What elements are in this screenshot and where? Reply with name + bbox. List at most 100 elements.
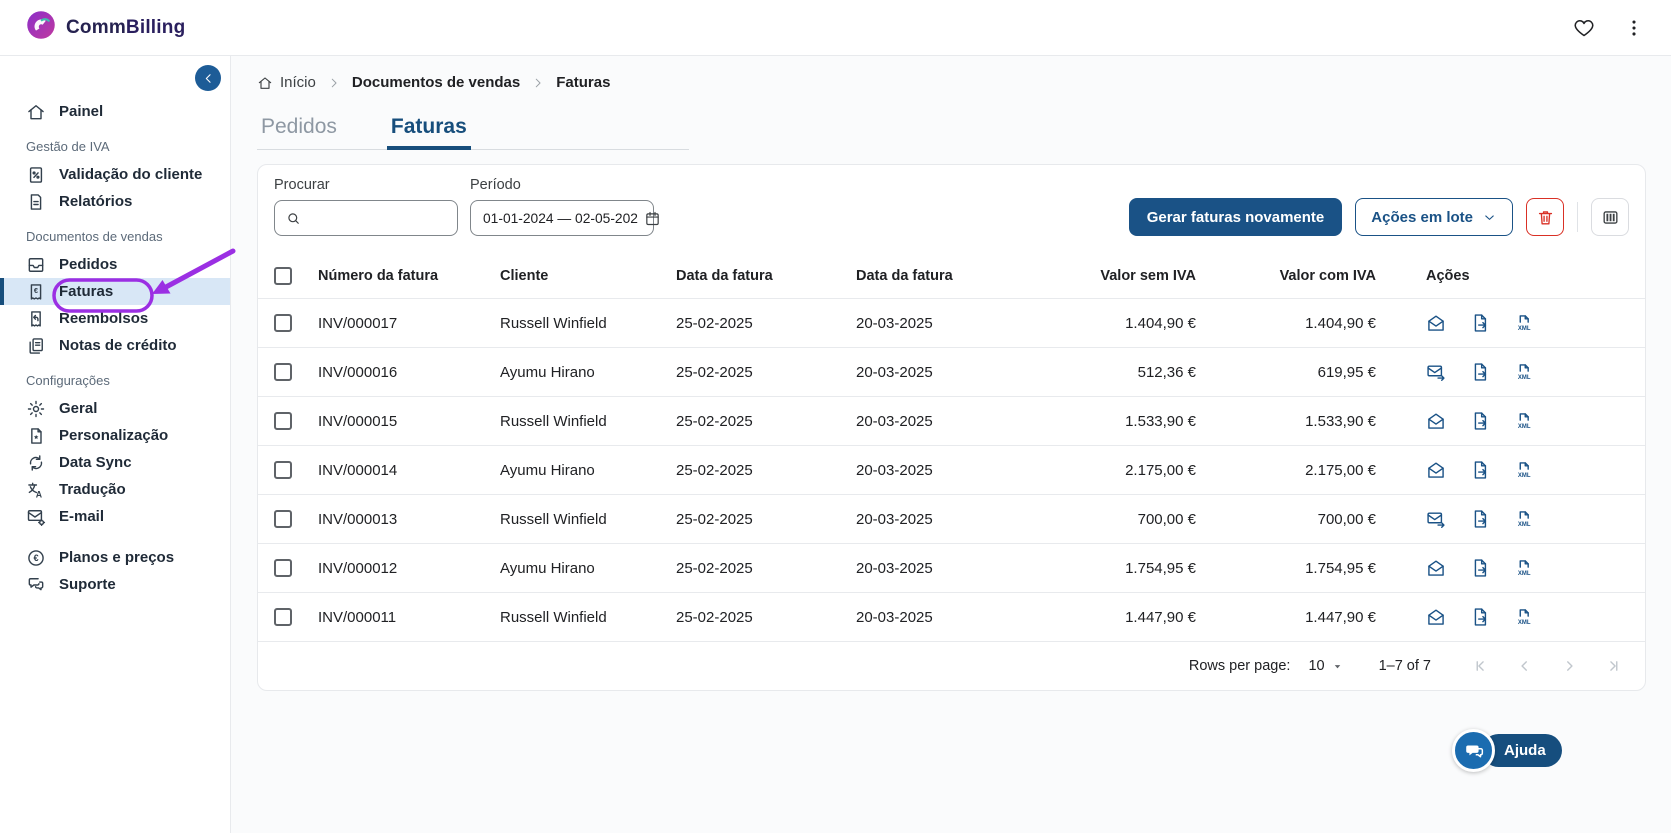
row-checkbox[interactable] — [274, 363, 292, 381]
sidebar-item-label: E-mail — [59, 508, 104, 525]
open-mail-icon[interactable] — [1426, 558, 1446, 578]
breadcrumb-home[interactable]: Início — [257, 74, 316, 91]
breadcrumb-item-sales-docs[interactable]: Documentos de vendas — [352, 74, 520, 91]
first-page-icon[interactable] — [1471, 656, 1491, 676]
sidebar-item-reembolsos[interactable]: Reembolsos — [0, 305, 230, 332]
xml-file-icon[interactable]: XML — [1514, 509, 1534, 529]
home-icon — [257, 75, 273, 91]
sidebar-collapse-button[interactable] — [195, 65, 221, 91]
tab-pedidos[interactable]: Pedidos — [257, 115, 341, 149]
search-icon — [285, 210, 302, 227]
invoice-number-cell: INV/000014 — [318, 462, 500, 479]
select-all-checkbox[interactable] — [274, 267, 292, 285]
xml-file-icon[interactable]: XML — [1514, 460, 1534, 480]
rows-per-page-select[interactable]: 10 — [1308, 658, 1342, 674]
sidebar-item-planos-e-precos[interactable]: € Planos e preços — [0, 544, 230, 571]
sidebar-item-data-sync[interactable]: Data Sync — [0, 449, 230, 476]
row-checkbox[interactable] — [274, 608, 292, 626]
xml-file-icon[interactable]: XML — [1514, 411, 1534, 431]
open-mail-icon[interactable] — [1426, 313, 1446, 333]
net-amount-cell: 1.404,90 € — [1020, 315, 1196, 332]
brand-logo[interactable]: CommBilling — [26, 10, 185, 45]
sidebar-item-personalizacao[interactable]: Personalização — [0, 422, 230, 449]
sync-icon — [26, 453, 46, 473]
kebab-menu-icon[interactable] — [1623, 17, 1645, 39]
export-file-icon[interactable] — [1470, 607, 1490, 627]
home-icon — [26, 102, 46, 122]
pagination-nav — [1471, 656, 1623, 676]
favorite-heart-icon[interactable] — [1573, 17, 1595, 39]
regenerate-invoices-button[interactable]: Gerar faturas novamente — [1129, 198, 1343, 236]
column-settings-button[interactable] — [1591, 198, 1629, 236]
send-mail-icon[interactable] — [1426, 362, 1446, 382]
row-checkbox[interactable] — [274, 412, 292, 430]
table-row[interactable]: INV/000015 Russell Winfield 25-02-2025 2… — [258, 396, 1645, 445]
next-page-icon[interactable] — [1559, 656, 1579, 676]
table-row[interactable]: INV/000012 Ayumu Hirano 25-02-2025 20-03… — [258, 543, 1645, 592]
sidebar-item-relatorios[interactable]: Relatórios — [0, 188, 230, 215]
column-header-actions: Ações — [1376, 268, 1629, 284]
last-page-icon[interactable] — [1603, 656, 1623, 676]
table-row[interactable]: INV/000013 Russell Winfield 25-02-2025 2… — [258, 494, 1645, 543]
help-chat-button[interactable] — [1452, 729, 1495, 772]
export-file-icon[interactable] — [1470, 411, 1490, 431]
tabs: Pedidos Faturas — [257, 115, 689, 150]
gross-amount-cell: 2.175,00 € — [1196, 462, 1376, 479]
export-file-icon[interactable] — [1470, 313, 1490, 333]
open-mail-icon[interactable] — [1426, 460, 1446, 480]
svg-text:XML: XML — [1518, 620, 1531, 626]
delete-button[interactable] — [1526, 198, 1564, 236]
row-actions: XML — [1376, 607, 1629, 627]
table-row[interactable]: INV/000016 Ayumu Hirano 25-02-2025 20-03… — [258, 347, 1645, 396]
sidebar-item-painel[interactable]: Painel — [0, 98, 230, 125]
send-mail-icon[interactable] — [1426, 509, 1446, 529]
table-row[interactable]: INV/000011 Russell Winfield 25-02-2025 2… — [258, 592, 1645, 641]
refunds-icon — [26, 309, 46, 329]
bulk-actions-button[interactable]: Ações em lote — [1355, 198, 1513, 236]
invoice-date-cell: 25-02-2025 — [676, 511, 856, 528]
search-input[interactable] — [309, 210, 447, 226]
invoice-date-cell: 25-02-2025 — [676, 560, 856, 577]
invoice-date-cell: 25-02-2025 — [676, 315, 856, 332]
net-amount-cell: 2.175,00 € — [1020, 462, 1196, 479]
sidebar-item-traducao[interactable]: A Tradução — [0, 476, 230, 503]
open-mail-icon[interactable] — [1426, 607, 1446, 627]
sidebar-item-suporte[interactable]: Suporte — [0, 571, 230, 598]
xml-file-icon[interactable]: XML — [1514, 362, 1534, 382]
export-file-icon[interactable] — [1470, 362, 1490, 382]
svg-text:A: A — [36, 489, 43, 499]
row-checkbox[interactable] — [274, 314, 292, 332]
net-amount-cell: 1.754,95 € — [1020, 560, 1196, 577]
period-range-input[interactable]: 01-01-2024 — 02-05-202 — [470, 200, 654, 236]
row-checkbox[interactable] — [274, 510, 292, 528]
due-date-cell: 20-03-2025 — [856, 560, 1020, 577]
filters-row: Procurar Período 01-01-2024 — 02-05-202 — [258, 165, 1645, 254]
invoices-icon: € — [26, 282, 46, 302]
xml-file-icon[interactable]: XML — [1514, 607, 1534, 627]
sidebar-item-notas-de-credito[interactable]: Notas de crédito — [0, 332, 230, 359]
sidebar-item-faturas[interactable]: € Faturas — [0, 278, 230, 305]
table-row[interactable]: INV/000017 Russell Winfield 25-02-2025 2… — [258, 298, 1645, 347]
row-checkbox[interactable] — [274, 559, 292, 577]
sidebar-item-pedidos[interactable]: Pedidos — [0, 251, 230, 278]
export-file-icon[interactable] — [1470, 460, 1490, 480]
export-file-icon[interactable] — [1470, 558, 1490, 578]
sidebar-item-geral[interactable]: Geral — [0, 395, 230, 422]
export-file-icon[interactable] — [1470, 509, 1490, 529]
previous-page-icon[interactable] — [1515, 656, 1535, 676]
support-icon — [26, 575, 46, 595]
client-cell: Ayumu Hirano — [500, 462, 676, 479]
xml-file-icon[interactable]: XML — [1514, 313, 1534, 333]
open-mail-icon[interactable] — [1426, 411, 1446, 431]
xml-file-icon[interactable]: XML — [1514, 558, 1534, 578]
table-row[interactable]: INV/000014 Ayumu Hirano 25-02-2025 20-03… — [258, 445, 1645, 494]
row-checkbox[interactable] — [274, 461, 292, 479]
sidebar-item-validacao-do-cliente[interactable]: Validação do cliente — [0, 161, 230, 188]
sidebar-item-label: Painel — [59, 103, 103, 120]
gear-icon — [26, 399, 46, 419]
tab-faturas[interactable]: Faturas — [387, 115, 471, 150]
sidebar-item-label: Validação do cliente — [59, 166, 202, 183]
top-bar: CommBilling — [0, 0, 1671, 56]
invoice-number-cell: INV/000011 — [318, 609, 500, 626]
sidebar-item-email[interactable]: E-mail — [0, 503, 230, 530]
